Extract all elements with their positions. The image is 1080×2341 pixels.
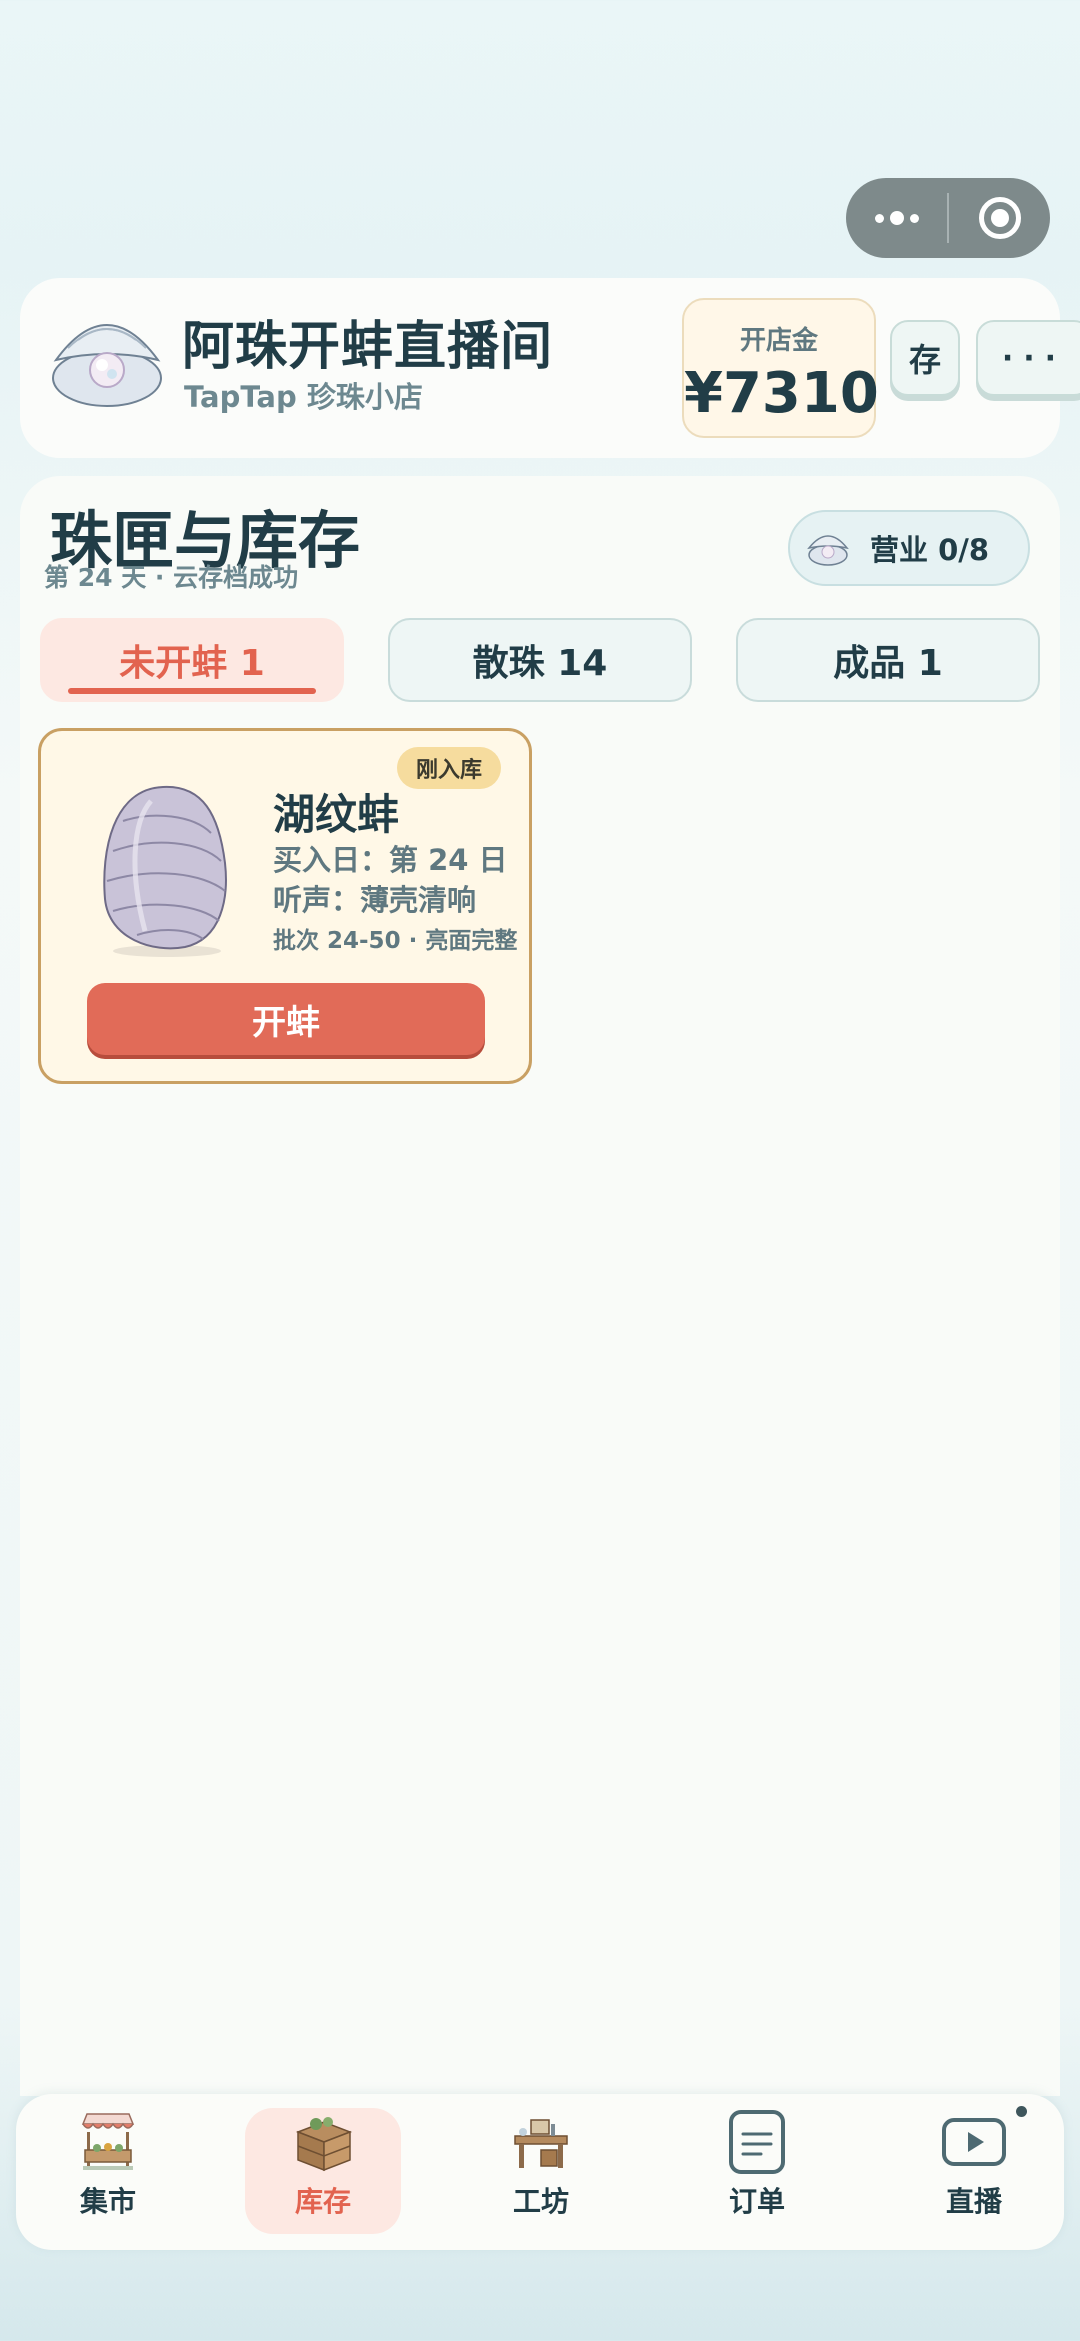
- tab-finished-goods-label: 成品 1: [833, 643, 943, 684]
- nav-inventory[interactable]: 库存: [245, 2108, 401, 2234]
- nav-workshop-label: 工坊: [512, 2185, 569, 2218]
- more-options-button[interactable]: ···: [976, 320, 1080, 396]
- market-stall-icon: [81, 2113, 135, 2170]
- crate-icon: [295, 2117, 353, 2172]
- nav-live-label: 直播: [945, 2185, 1002, 2218]
- business-progress-pill[interactable]: 营业 0/8: [788, 510, 1030, 586]
- day-status: 第 24 天 · 云存档成功: [44, 563, 299, 592]
- fund-label: 开店金: [739, 326, 818, 356]
- tab-loose-pearls-label: 散珠 14: [472, 643, 608, 684]
- clam-shell-icon: [103, 785, 227, 957]
- bottom-navigation: 集市 库存 工坊 订单 直播: [16, 2094, 1064, 2250]
- nav-orders[interactable]: 订单: [679, 2108, 835, 2234]
- shop-fund-box: 开店金 ¥7310: [682, 298, 879, 438]
- save-button[interactable]: 存: [890, 320, 960, 396]
- miniprogram-capsule: [846, 178, 1050, 258]
- target-circle-icon: [978, 197, 1021, 239]
- tab-finished-goods[interactable]: 成品 1: [736, 618, 1040, 702]
- nav-market-label: 集市: [79, 2185, 136, 2218]
- play-video-icon: [942, 2118, 1006, 2166]
- clam-name: 湖纹蚌: [273, 790, 400, 839]
- shop-header-card: 阿珠开蚌直播间 TapTap 珍珠小店 开店金 ¥7310 存 ···: [20, 278, 1080, 458]
- new-stock-badge: 刚入库: [397, 747, 501, 789]
- live-notification-dot: [1016, 2106, 1027, 2117]
- clam-batch-info: 批次 24-50 · 亮面完整: [273, 928, 518, 954]
- workbench-icon: [514, 2119, 568, 2168]
- more-dots-icon: [874, 211, 919, 225]
- active-tab-underline: [68, 688, 316, 694]
- open-clam-button[interactable]: 开蚌: [87, 983, 485, 1055]
- shop-subtitle: TapTap 珍珠小店: [184, 380, 423, 414]
- fund-value: ¥7310: [684, 361, 879, 426]
- pearl-shell-icon: [807, 535, 849, 566]
- clam-sound: 听声：薄壳清响: [273, 883, 477, 917]
- pearl-shell-logo-icon: [52, 324, 162, 407]
- nav-live[interactable]: 直播: [896, 2108, 1052, 2234]
- clam-item-card[interactable]: 刚入库 湖纹蚌 买入日：第 24 日 听声：薄壳清响 批次 24-50 · 亮面…: [38, 728, 532, 1084]
- nav-inventory-label: 库存: [294, 2185, 351, 2218]
- nav-workshop[interactable]: 工坊: [463, 2108, 619, 2234]
- tab-loose-pearls[interactable]: 散珠 14: [388, 618, 692, 702]
- tab-unopened-label: 未开蚌 1: [119, 643, 265, 684]
- business-progress-label: 营业 0/8: [870, 533, 990, 567]
- close-miniprogram-button[interactable]: [949, 178, 1050, 258]
- tab-unopened[interactable]: 未开蚌 1: [40, 618, 344, 702]
- nav-market[interactable]: 集市: [30, 2108, 186, 2234]
- more-menu-button[interactable]: [846, 178, 947, 258]
- clam-buy-date: 买入日：第 24 日: [273, 843, 508, 877]
- document-icon: [729, 2110, 785, 2174]
- shop-title: 阿珠开蚌直播间: [182, 317, 554, 377]
- inventory-panel: 珠匣与库存 第 24 天 · 云存档成功 营业 0/8 未开蚌 1 散珠 14 …: [20, 476, 1060, 2096]
- nav-orders-label: 订单: [728, 2185, 785, 2218]
